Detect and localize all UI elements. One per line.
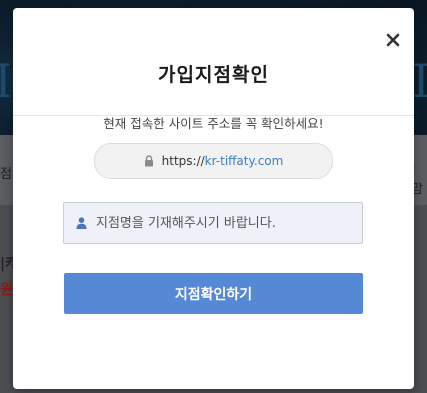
confirm-branch-button[interactable]: 지점확인하기: [64, 273, 363, 314]
modal-header: 가입지점확인: [13, 8, 414, 116]
close-button[interactable]: [381, 28, 405, 52]
background-strip-text-left: 점: [0, 167, 12, 182]
branch-name-field: [63, 202, 363, 244]
site-url-display: https://kr-tiffaty.com: [94, 143, 333, 179]
background-content-text-2: 원: [0, 282, 13, 298]
lock-icon: [144, 155, 153, 167]
close-icon: [386, 33, 400, 47]
branch-name-input[interactable]: [96, 204, 362, 242]
branch-confirm-modal: 가입지점확인 현재 접속한 사이트 주소를 꼭 확인하세요! https://k…: [13, 8, 414, 389]
url-notice-text: 현재 접속한 사이트 주소를 꼭 확인하세요!: [103, 116, 324, 131]
modal-title: 가입지점확인: [158, 64, 269, 86]
url-prefix: https://: [161, 154, 205, 168]
background-hero-letter-right: I: [412, 54, 427, 108]
url-text: https://kr-tiffaty.com: [162, 154, 284, 168]
user-icon: [76, 217, 87, 229]
url-domain: kr-tiffaty.com: [204, 154, 284, 168]
